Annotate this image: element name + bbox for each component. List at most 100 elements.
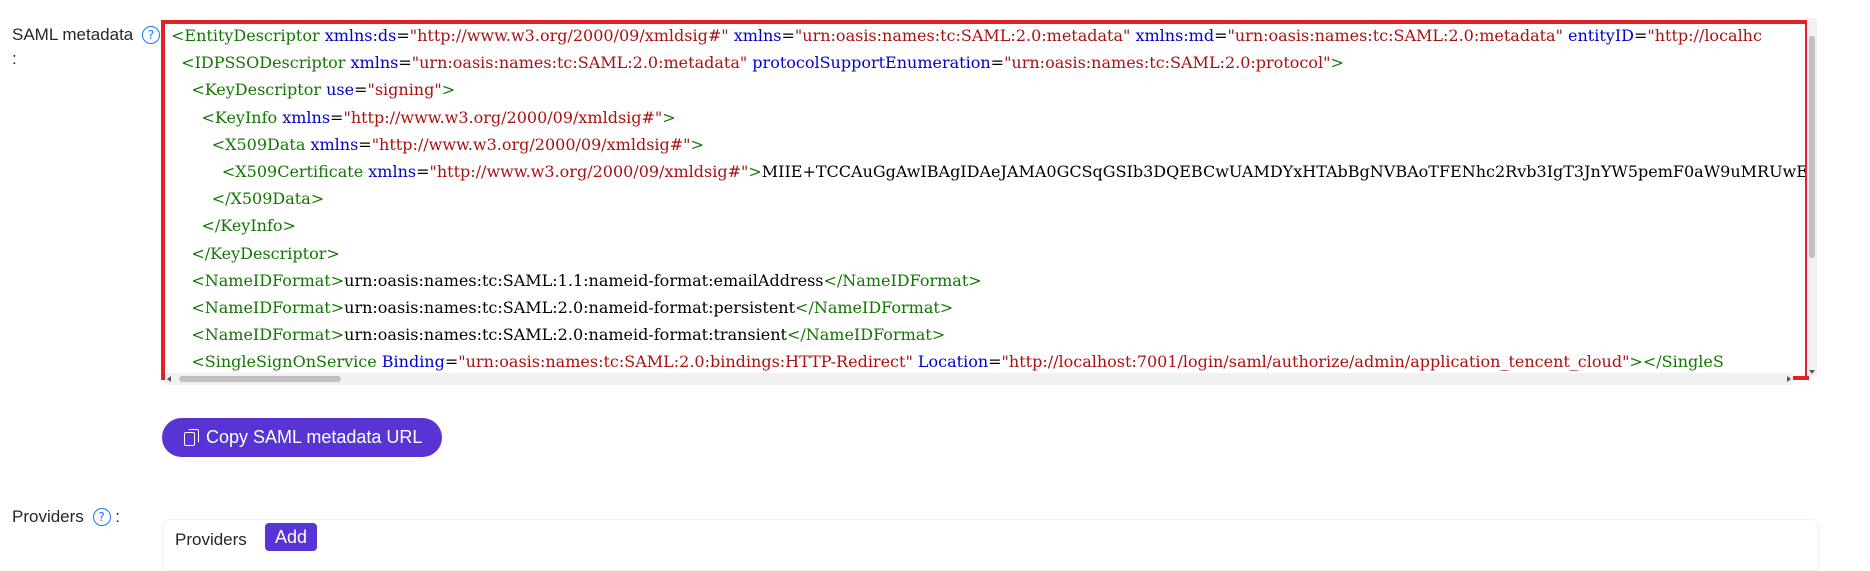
code-token: ></SingleS — [1629, 352, 1724, 372]
saml-metadata-label: SAML metadata ? : — [12, 25, 161, 69]
code-token: <X509Certificate — [221, 161, 369, 181]
code-token: "urn:oasis:names:tc:SAML:2.0:protocol" — [1004, 53, 1331, 73]
code-token: = — [416, 161, 430, 181]
code-token: > — [690, 134, 704, 154]
code-token: = — [988, 352, 1002, 372]
code-token: "signing" — [367, 80, 442, 100]
code-token: <EntityDescriptor — [171, 26, 325, 45]
code-line: <NameIDFormat>urn:oasis:names:tc:SAML:1.… — [171, 267, 1811, 294]
help-icon[interactable]: ? — [142, 26, 161, 44]
code-token: > — [1330, 53, 1344, 73]
code-token: <NameIDFormat> — [191, 325, 345, 345]
code-token: </KeyInfo> — [201, 216, 296, 236]
code-token: <SingleSignOnService — [191, 352, 382, 372]
code-line: <X509Data xmlns="http://www.w3.org/2000/… — [171, 131, 1811, 158]
code-token: = — [1633, 26, 1648, 45]
code-token: "http://www.w3.org/2000/09/xmldsig#" — [429, 161, 749, 181]
saml-metadata-code-editor[interactable]: <EntityDescriptor xmlns:ds="http://www.w… — [161, 18, 1811, 388]
providers-table: Providers Add — [162, 519, 1819, 571]
providers-label-colon: : — [115, 507, 121, 526]
code-token: xmlns — [368, 161, 417, 181]
code-token: </NameIDFormat> — [795, 297, 954, 317]
code-token: "urn:oasis:names:tc:SAML:2.0:metadata" — [411, 53, 753, 73]
copy-saml-metadata-url-label: Copy SAML metadata URL — [206, 427, 423, 447]
code-token: "http://localhc — [1647, 26, 1762, 45]
horizontal-scrollbar[interactable] — [165, 373, 1793, 385]
code-token: = — [444, 352, 459, 372]
code-token: urn:oasis:names:tc:SAML:2.0:nameid-forma… — [344, 297, 796, 317]
code-token: = — [1214, 26, 1228, 45]
code-token: > — [662, 107, 676, 127]
code-token: "urn:oasis:names:tc:SAML:2.0:metadata" — [1227, 26, 1569, 45]
code-token: xmlns — [310, 134, 359, 154]
code-token: <KeyDescriptor — [191, 80, 327, 100]
providers-label-text: Providers — [12, 507, 84, 526]
code-line: </KeyDescriptor> — [171, 240, 1811, 267]
code-line: <NameIDFormat>urn:oasis:names:tc:SAML:2.… — [171, 294, 1811, 321]
code-token: <KeyInfo — [201, 107, 283, 127]
scroll-left-arrow-icon[interactable] — [167, 376, 171, 382]
code-line: <NameIDFormat>urn:oasis:names:tc:SAML:2.… — [171, 321, 1811, 348]
code-token: "urn:oasis:names:tc:SAML:2.0:bindings:HT… — [458, 352, 918, 372]
code-token: "http://www.w3.org/2000/09/xmldsig#" — [409, 26, 734, 45]
code-token: MIIE+TCCAuGgAwIBAgIDAeJAMA0GCSqGSIb3DQEB… — [761, 161, 1811, 181]
code-token: = — [358, 134, 372, 154]
code-line: <IDPSSODescriptor xmlns="urn:oasis:names… — [171, 49, 1811, 76]
code-token: "http://www.w3.org/2000/09/xmldsig#" — [343, 107, 663, 127]
code-token: <NameIDFormat> — [191, 297, 345, 317]
code-token: urn:oasis:names:tc:SAML:2.0:nameid-forma… — [344, 325, 787, 345]
code-token: = — [330, 107, 344, 127]
scroll-down-arrow-icon[interactable] — [1809, 370, 1815, 374]
code-token: "http://localhost:7001/login/saml/author… — [1001, 352, 1630, 372]
code-token: "urn:oasis:names:tc:SAML:2.0:metadata" — [794, 26, 1136, 45]
code-token: "http://www.w3.org/2000/09/xmldsig#" — [371, 134, 691, 154]
code-token: = — [396, 26, 410, 45]
providers-table-header: Providers — [175, 530, 247, 549]
providers-label: Providers ? : — [12, 507, 120, 527]
code-token: xmlns:md — [1135, 26, 1215, 45]
code-token: = — [398, 53, 412, 73]
code-token: </NameIDFormat> — [823, 270, 982, 290]
code-token: = — [990, 53, 1005, 73]
scroll-right-arrow-icon[interactable] — [1787, 376, 1791, 382]
code-token: Location — [917, 352, 989, 372]
saml-metadata-label-colon: : — [12, 49, 17, 68]
code-token: <X509Data — [211, 134, 311, 154]
code-token: xmlns — [282, 107, 331, 127]
help-icon[interactable]: ? — [92, 508, 111, 526]
code-line: <KeyDescriptor use="signing"> — [171, 76, 1811, 103]
code-token: </X509Data> — [211, 189, 325, 209]
code-token: = — [354, 80, 368, 100]
code-token: = — [781, 26, 795, 45]
add-provider-button[interactable]: Add — [265, 523, 318, 551]
code-token: xmlns — [350, 53, 399, 73]
copy-icon — [184, 429, 199, 446]
code-line: </KeyInfo> — [171, 212, 1811, 239]
code-line: <KeyInfo xmlns="http://www.w3.org/2000/0… — [171, 104, 1811, 131]
code-token: Binding — [381, 352, 445, 372]
code-token: entityID — [1568, 26, 1634, 45]
vertical-scroll-thumb[interactable] — [1809, 36, 1815, 258]
code-line: <SingleSignOnService Binding="urn:oasis:… — [171, 348, 1811, 375]
vertical-scrollbar[interactable] — [1807, 18, 1817, 376]
code-line: <X509Certificate xmlns="http://www.w3.or… — [171, 158, 1811, 185]
code-token: > — [441, 80, 456, 100]
code-token: xmlns:ds — [324, 26, 397, 45]
code-token: use — [326, 80, 355, 100]
horizontal-scroll-thumb[interactable] — [179, 376, 341, 382]
code-token: <IDPSSODescriptor — [181, 53, 351, 73]
code-token: protocolSupportEnumeration — [752, 53, 991, 73]
xml-code-content[interactable]: <EntityDescriptor xmlns:ds="http://www.w… — [171, 22, 1811, 375]
saml-metadata-label-text: SAML metadata — [12, 25, 134, 44]
copy-saml-metadata-url-button[interactable]: Copy SAML metadata URL — [162, 418, 443, 457]
